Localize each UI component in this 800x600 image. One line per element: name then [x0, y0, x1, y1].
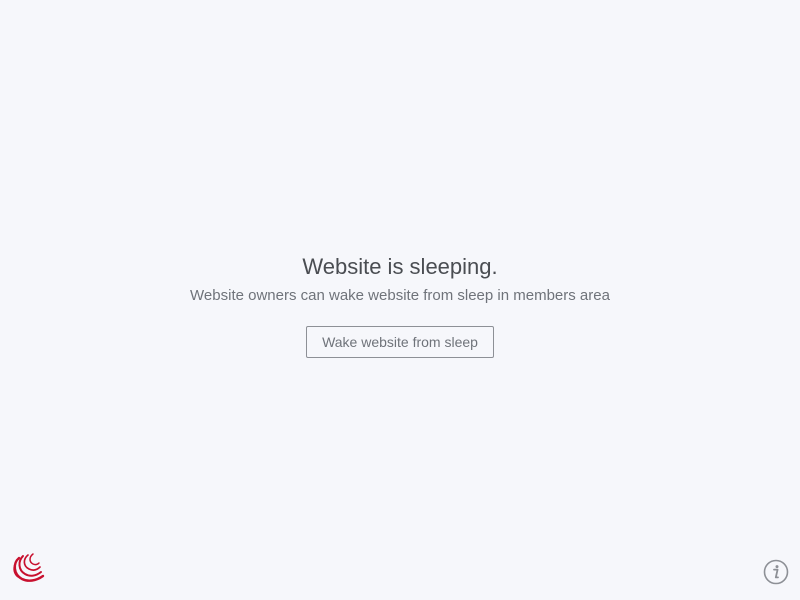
hosting-logo-icon [13, 553, 45, 582]
sleep-message: Website is sleeping. Website owners can … [0, 252, 800, 358]
wake-website-button[interactable]: Wake website from sleep [306, 326, 494, 358]
sleeping-page: Website is sleeping. Website owners can … [0, 0, 800, 600]
page-subtitle: Website owners can wake website from sle… [190, 287, 610, 304]
info-icon[interactable] [763, 559, 789, 585]
page-title: Website is sleeping. [302, 254, 498, 279]
